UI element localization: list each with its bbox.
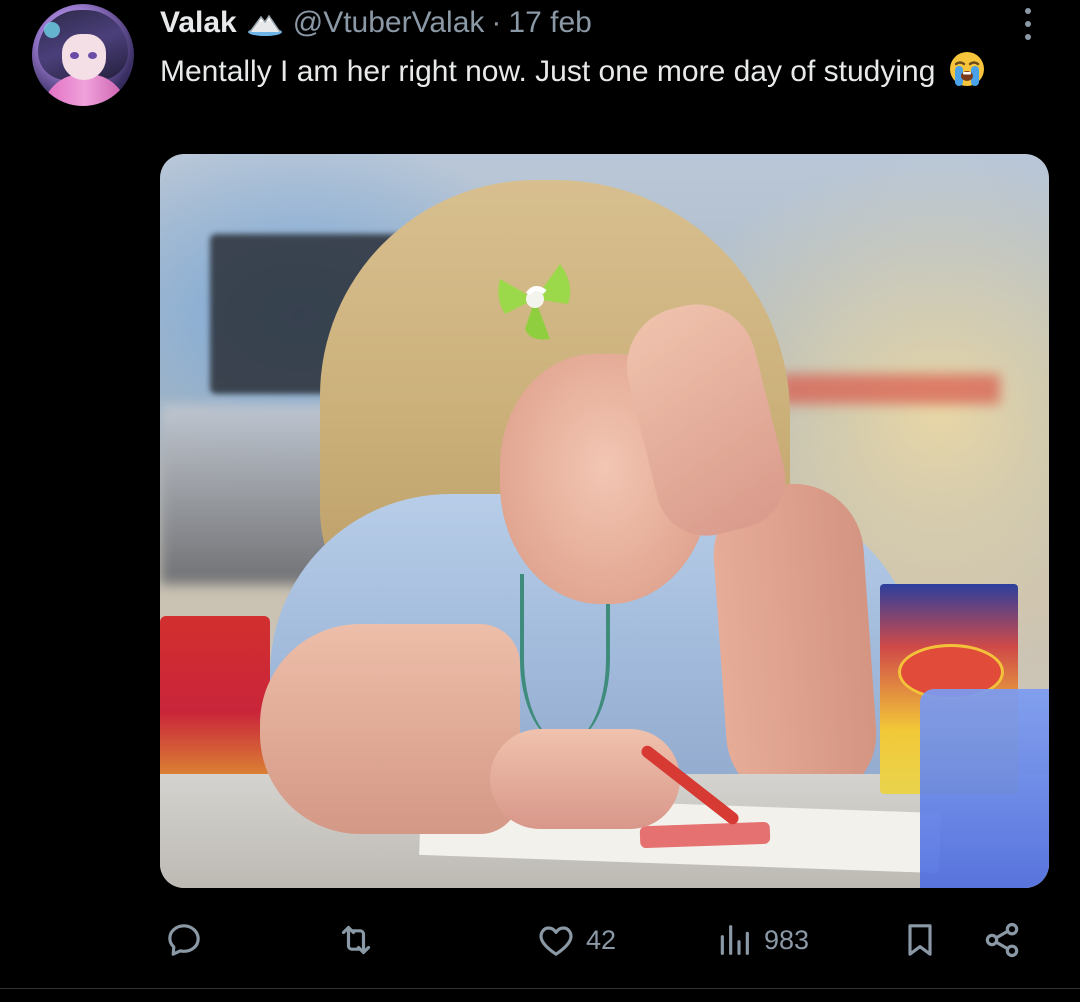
- tweet-text: Mentally I am her right now. Just one mo…: [160, 50, 1020, 94]
- share-icon: [985, 922, 1019, 958]
- reply-icon: [168, 924, 200, 956]
- photo-hair-bow: [490, 254, 580, 344]
- handle[interactable]: @VtuberValak: [293, 6, 485, 40]
- like-icon: [539, 926, 573, 956]
- tweet-header: Valak @VtuberValak · 17 feb: [160, 0, 592, 46]
- photo-bg-stripe: [780, 374, 1000, 404]
- avatar-eye: [88, 52, 97, 59]
- tweet-photo[interactable]: [160, 154, 1049, 888]
- views-button[interactable]: 983: [714, 912, 809, 968]
- like-count: 42: [586, 924, 617, 955]
- bookmark-icon: [908, 924, 932, 956]
- avatar-face: [62, 34, 106, 80]
- avatar[interactable]: [32, 4, 134, 106]
- reply-button[interactable]: [164, 912, 204, 968]
- mountain-badge-icon: [247, 9, 283, 37]
- avatar-accent: [44, 22, 60, 38]
- avatar-eye: [70, 52, 79, 59]
- share-button[interactable]: [982, 912, 1022, 968]
- photo-arm: [260, 624, 520, 834]
- loudly-crying-face-icon: [948, 50, 986, 88]
- photo-bin: [920, 689, 1049, 888]
- divider: [0, 988, 1080, 989]
- views-icon: [720, 925, 749, 955]
- retweet-icon: [341, 925, 371, 955]
- tweet-text-body: Mentally I am her right now. Just one mo…: [160, 55, 936, 88]
- tweet[interactable]: Valak @VtuberValak · 17 feb Mentally I a…: [0, 0, 1080, 1002]
- retweet-button[interactable]: [336, 912, 376, 968]
- views-count: 983: [764, 924, 810, 955]
- photo-scribble: [639, 821, 771, 849]
- display-name[interactable]: Valak: [160, 6, 237, 40]
- bookmark-button[interactable]: [900, 912, 940, 968]
- photo-hand: [490, 729, 680, 829]
- separator: ·: [491, 6, 502, 39]
- action-bar: 42 983: [160, 912, 1040, 968]
- more-icon[interactable]: [1014, 4, 1042, 44]
- tweet-date[interactable]: 17 feb: [508, 6, 591, 40]
- like-button[interactable]: 42: [536, 912, 616, 968]
